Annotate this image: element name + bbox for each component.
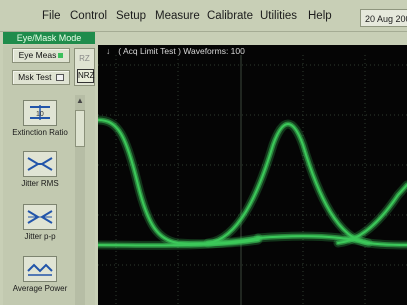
jitter-pp-label: Jitter p-p — [24, 232, 56, 241]
menu-setup[interactable]: Setup — [116, 10, 146, 22]
msk-test-button[interactable]: Msk Test — [12, 70, 70, 85]
trigger-arrow-icon: ↓ — [106, 46, 111, 56]
msk-test-label: Msk Test — [18, 72, 52, 82]
mode-label: Eye/Mask Mode — [3, 32, 95, 44]
svg-text:10: 10 — [36, 111, 44, 118]
acquisition-status: ↓ ( Acq Limit Test ) Waveforms: 100 — [106, 46, 245, 56]
jitter-rms-button[interactable]: Jitter RMS — [10, 151, 70, 188]
waveform-display[interactable]: ↓ ( Acq Limit Test ) Waveforms: 100 — [98, 45, 407, 305]
scrollbar-thumb[interactable] — [75, 110, 85, 147]
status-text: ( Acq Limit Test ) Waveforms: 100 — [118, 46, 245, 56]
average-power-label: Average Power — [12, 284, 68, 293]
average-power-icon — [23, 256, 57, 282]
jitter-rms-label: Jitter RMS — [21, 179, 59, 188]
eye-trace — [203, 119, 373, 248]
eye-meas-label: Eye Meas — [18, 50, 57, 60]
date-display: 20 Aug 200 — [360, 9, 407, 27]
extinction-ratio-button[interactable]: 10 Extinction Ratio — [10, 100, 70, 137]
extinction-ratio-label: Extinction Ratio — [12, 128, 68, 137]
eye-meas-button[interactable]: Eye Meas — [12, 48, 70, 63]
jitter-pp-button[interactable]: Jitter p-p — [10, 204, 70, 241]
menu-measure[interactable]: Measure — [155, 10, 200, 22]
menu-calibrate[interactable]: Calibrate — [207, 10, 253, 22]
jitter-rms-icon — [23, 151, 57, 177]
jitter-pp-icon — [23, 204, 57, 230]
oscilloscope-window: File Control Setup Measure Calibrate Uti… — [0, 0, 407, 305]
nrz-label[interactable]: NRZ — [77, 69, 94, 83]
indicator-icon — [58, 53, 64, 59]
eye-diagram — [98, 55, 407, 305]
menu-file[interactable]: File — [42, 10, 61, 22]
scroll-up-arrow-icon[interactable]: ▲ — [75, 96, 85, 106]
average-power-button[interactable]: Average Power — [10, 256, 70, 293]
extinction-ratio-icon: 10 — [23, 100, 57, 126]
rz-nrz-selector[interactable]: RZ NRZ — [74, 48, 95, 86]
rz-label[interactable]: RZ — [75, 54, 94, 63]
menu-utilities[interactable]: Utilities — [260, 10, 297, 22]
menu-bar: File Control Setup Measure Calibrate Uti… — [0, 0, 407, 32]
menu-control[interactable]: Control — [70, 10, 107, 22]
toggle-icon — [55, 74, 64, 82]
menu-help[interactable]: Help — [308, 10, 332, 22]
